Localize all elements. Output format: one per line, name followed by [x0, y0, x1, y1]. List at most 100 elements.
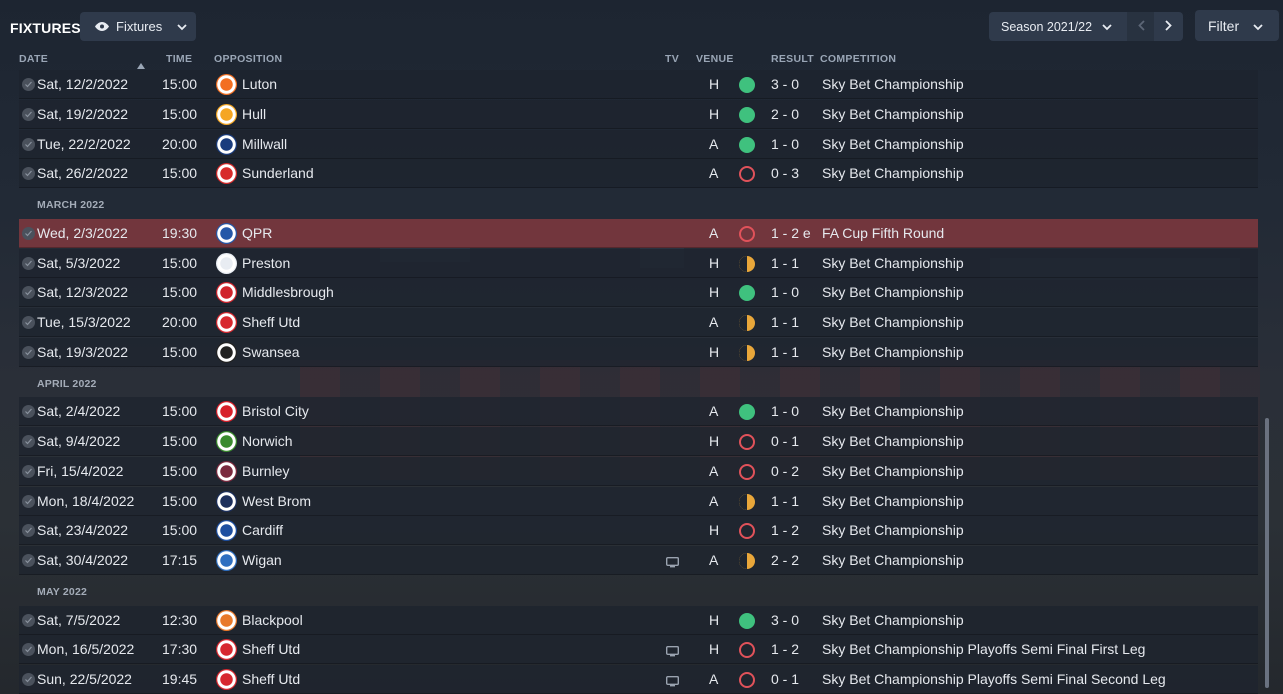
- check-icon[interactable]: [22, 465, 35, 478]
- competition-name[interactable]: Sky Bet Championship: [822, 427, 964, 456]
- match-result[interactable]: 0 - 1: [771, 427, 799, 456]
- club-crest-icon[interactable]: [216, 610, 237, 631]
- club-crest-icon[interactable]: [216, 491, 237, 512]
- column-header-competition[interactable]: COMPETITION: [820, 53, 896, 67]
- opposition-name[interactable]: Bristol City: [242, 397, 309, 426]
- match-result[interactable]: 1 - 2 e: [771, 219, 811, 248]
- competition-name[interactable]: Sky Bet Championship: [822, 100, 964, 129]
- column-header-date[interactable]: DATE: [19, 53, 48, 67]
- table-row[interactable]: Sat, 9/4/2022 15:00 Norwich H 0 - 1 Sky Bet C…: [19, 427, 1258, 456]
- check-icon[interactable]: [22, 286, 35, 299]
- table-row[interactable]: Sat, 23/4/2022 15:00 Cardiff H 1 - 2 Sky Bet …: [19, 516, 1258, 545]
- opposition-name[interactable]: Blackpool: [242, 606, 303, 635]
- competition-name[interactable]: Sky Bet Championship: [822, 159, 964, 188]
- view-selector-button[interactable]: Fixtures: [80, 12, 196, 41]
- opposition-name[interactable]: Cardiff: [242, 516, 283, 545]
- match-result[interactable]: 1 - 1: [771, 249, 799, 278]
- season-selector-button[interactable]: Season 2021/22: [989, 12, 1127, 41]
- next-season-button[interactable]: [1154, 12, 1183, 41]
- competition-name[interactable]: Sky Bet Championship: [822, 70, 964, 99]
- club-crest-icon[interactable]: [216, 431, 237, 452]
- column-header-opposition[interactable]: OPPOSITION: [214, 53, 282, 67]
- club-crest-icon[interactable]: [216, 253, 237, 274]
- check-icon[interactable]: [22, 614, 35, 627]
- club-crest-icon[interactable]: [216, 223, 237, 244]
- club-crest-icon[interactable]: [216, 74, 237, 95]
- table-row[interactable]: Mon, 16/5/2022 17:30 Sheff Utd H 1 - 2 Sky Be…: [19, 635, 1258, 664]
- check-icon[interactable]: [22, 257, 35, 270]
- check-icon[interactable]: [22, 108, 35, 121]
- table-row[interactable]: Sun, 22/5/2022 19:45 Sheff Utd A 0 - 1 Sky Be…: [19, 665, 1258, 694]
- check-icon[interactable]: [22, 346, 35, 359]
- competition-name[interactable]: Sky Bet Championship: [822, 308, 964, 337]
- check-icon[interactable]: [22, 316, 35, 329]
- opposition-name[interactable]: Sheff Utd: [242, 635, 300, 664]
- competition-name[interactable]: Sky Bet Championship: [822, 546, 964, 575]
- opposition-name[interactable]: Preston: [242, 249, 290, 278]
- table-row[interactable]: Sat, 26/2/2022 15:00 Sunderland A 0 - 3 Sky B…: [19, 159, 1258, 188]
- club-crest-icon[interactable]: [216, 312, 237, 333]
- match-result[interactable]: 3 - 0: [771, 606, 799, 635]
- competition-name[interactable]: Sky Bet Championship: [822, 278, 964, 307]
- competition-name[interactable]: Sky Bet Championship: [822, 397, 964, 426]
- match-result[interactable]: 1 - 1: [771, 338, 799, 367]
- opposition-name[interactable]: Hull: [242, 100, 266, 129]
- club-crest-icon[interactable]: [216, 461, 237, 482]
- check-icon[interactable]: [22, 167, 35, 180]
- match-result[interactable]: 3 - 0: [771, 70, 799, 99]
- match-result[interactable]: 1 - 0: [771, 278, 799, 307]
- opposition-name[interactable]: Luton: [242, 70, 277, 99]
- check-icon[interactable]: [22, 405, 35, 418]
- match-result[interactable]: 0 - 1: [771, 665, 799, 694]
- competition-name[interactable]: Sky Bet Championship Playoffs Semi Final…: [822, 665, 1166, 694]
- opposition-name[interactable]: Middlesbrough: [242, 278, 334, 307]
- check-icon[interactable]: [22, 78, 35, 91]
- check-icon[interactable]: [22, 524, 35, 537]
- table-row[interactable]: Sat, 5/3/2022 15:00 Preston H 1 - 1 Sky Bet C…: [19, 249, 1258, 278]
- column-header-tv[interactable]: TV: [665, 53, 679, 67]
- match-result[interactable]: 1 - 2: [771, 635, 799, 664]
- match-result[interactable]: 2 - 0: [771, 100, 799, 129]
- match-result[interactable]: 1 - 1: [771, 308, 799, 337]
- check-icon[interactable]: [22, 673, 35, 686]
- table-row[interactable]: Sat, 2/4/2022 15:00 Bristol City A 1 - 0 Sky …: [19, 397, 1258, 426]
- check-icon[interactable]: [22, 227, 35, 240]
- match-result[interactable]: 1 - 0: [771, 397, 799, 426]
- table-row[interactable]: Fri, 15/4/2022 15:00 Burnley A 0 - 2 Sky Bet …: [19, 457, 1258, 486]
- opposition-name[interactable]: Wigan: [242, 546, 282, 575]
- check-icon[interactable]: [22, 554, 35, 567]
- match-result[interactable]: 1 - 1: [771, 487, 799, 516]
- club-crest-icon[interactable]: [216, 520, 237, 541]
- scrollbar[interactable]: [1265, 418, 1269, 688]
- competition-name[interactable]: Sky Bet Championship: [822, 457, 964, 486]
- competition-name[interactable]: Sky Bet Championship: [822, 130, 964, 159]
- club-crest-icon[interactable]: [216, 550, 237, 571]
- previous-season-button[interactable]: [1127, 12, 1156, 41]
- opposition-name[interactable]: Norwich: [242, 427, 293, 456]
- match-result[interactable]: 1 - 0: [771, 130, 799, 159]
- table-row[interactable]: Mon, 18/4/2022 15:00 West Brom A 1 - 1 Sky Be…: [19, 487, 1258, 516]
- match-result[interactable]: 2 - 2: [771, 546, 799, 575]
- opposition-name[interactable]: Sheff Utd: [242, 665, 300, 694]
- club-crest-icon[interactable]: [216, 134, 237, 155]
- table-row[interactable]: Tue, 15/3/2022 20:00 Sheff Utd A 1 - 1 Sky Be…: [19, 308, 1258, 337]
- filter-button[interactable]: Filter: [1195, 10, 1279, 41]
- table-row[interactable]: Wed, 2/3/2022 19:30 QPR A 1 - 2 e FA Cup Fift…: [19, 219, 1258, 248]
- competition-name[interactable]: FA Cup Fifth Round: [822, 219, 944, 248]
- table-row[interactable]: Sat, 12/3/2022 15:00 Middlesbrough H 1 - 0 Sk…: [19, 278, 1258, 307]
- opposition-name[interactable]: Millwall: [242, 130, 287, 159]
- check-icon[interactable]: [22, 435, 35, 448]
- column-header-result[interactable]: RESULT: [771, 53, 814, 67]
- competition-name[interactable]: Sky Bet Championship: [822, 249, 964, 278]
- competition-name[interactable]: Sky Bet Championship: [822, 606, 964, 635]
- table-row[interactable]: Sat, 19/2/2022 15:00 Hull H 2 - 0 Sky Bet Cha…: [19, 100, 1258, 129]
- table-row[interactable]: Tue, 22/2/2022 20:00 Millwall A 1 - 0 Sky Bet…: [19, 130, 1258, 159]
- club-crest-icon[interactable]: [216, 163, 237, 184]
- check-icon[interactable]: [22, 138, 35, 151]
- competition-name[interactable]: Sky Bet Championship: [822, 516, 964, 545]
- column-header-time[interactable]: TIME: [166, 53, 192, 67]
- opposition-name[interactable]: QPR: [242, 219, 272, 248]
- match-result[interactable]: 0 - 3: [771, 159, 799, 188]
- competition-name[interactable]: Sky Bet Championship: [822, 338, 964, 367]
- opposition-name[interactable]: Sunderland: [242, 159, 314, 188]
